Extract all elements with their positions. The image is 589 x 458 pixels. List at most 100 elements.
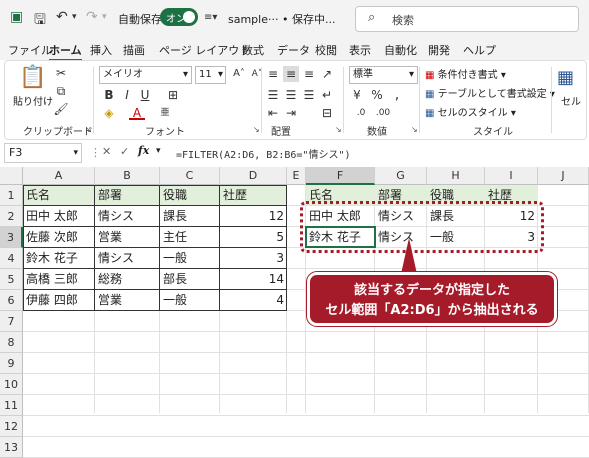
autosave-toggle[interactable]: オン bbox=[160, 8, 198, 26]
number-format-dropdown[interactable]: 標準 ▾ bbox=[349, 66, 418, 84]
select-all-corner[interactable] bbox=[0, 167, 23, 185]
tab-review[interactable]: 校閲 bbox=[315, 42, 337, 58]
cut-icon[interactable]: ✂ bbox=[53, 65, 69, 81]
tab-automate[interactable]: 自動化 bbox=[384, 42, 417, 58]
undo-dropdown-icon[interactable]: ▾ bbox=[72, 12, 77, 22]
divider bbox=[93, 67, 94, 133]
font-size-dropdown[interactable]: 11 ▾ bbox=[195, 66, 226, 84]
customize-toolbar-icon[interactable]: ≡▾ bbox=[204, 12, 217, 23]
row-header-1[interactable]: 1 bbox=[0, 185, 23, 206]
column-header-g[interactable]: G bbox=[375, 167, 427, 185]
copy-icon[interactable]: ⧉ bbox=[53, 83, 69, 99]
row-header-13[interactable]: 13 bbox=[0, 437, 23, 458]
tab-home[interactable]: ホーム bbox=[49, 42, 82, 61]
row-header-3[interactable]: 3 bbox=[0, 227, 23, 248]
shrink-font-icon[interactable]: A˅ bbox=[249, 66, 265, 82]
grow-font-icon[interactable]: A˄ bbox=[231, 66, 247, 82]
increase-decimal-icon[interactable]: .0 bbox=[353, 105, 369, 121]
row-header-2[interactable]: 2 bbox=[0, 206, 23, 227]
tab-insert[interactable]: 挿入 bbox=[90, 42, 112, 58]
alignment-group-label: 配置 bbox=[271, 127, 291, 138]
currency-icon[interactable]: ¥ bbox=[349, 87, 365, 103]
format-painter-icon[interactable]: 🖌 bbox=[53, 101, 69, 117]
underline-icon[interactable]: U bbox=[137, 87, 153, 103]
chevron-down-icon[interactable]: ▾ bbox=[156, 146, 161, 156]
row-header-7[interactable]: 7 bbox=[0, 311, 23, 332]
redo-icon[interactable]: ↷ bbox=[86, 9, 98, 25]
enter-icon[interactable]: ✓ bbox=[120, 145, 129, 158]
conditional-format-button[interactable]: ▦ 条件付き書式 ▾ bbox=[425, 66, 506, 81]
cells-icon[interactable]: ▦ bbox=[557, 67, 574, 88]
number-launcher-icon[interactable]: ↘ bbox=[411, 125, 418, 134]
align-right-icon[interactable]: ☰ bbox=[301, 87, 317, 103]
format-as-table-button[interactable]: ▦ テーブルとして書式設定 ▾ bbox=[425, 85, 555, 100]
column-header-h[interactable]: H bbox=[427, 167, 485, 185]
table-border bbox=[23, 185, 287, 311]
row-header-6[interactable]: 6 bbox=[0, 290, 23, 311]
font-name-dropdown[interactable]: メイリオ ▾ bbox=[99, 66, 192, 84]
divider bbox=[419, 67, 420, 133]
clipboard-launcher-icon[interactable]: ↘ bbox=[85, 125, 92, 134]
formula-input[interactable]: =FILTER(A2:D6, B2:B6="情シス") bbox=[176, 146, 351, 161]
column-header-j[interactable]: J bbox=[538, 167, 589, 185]
redo-dropdown-icon[interactable]: ▾ bbox=[102, 12, 107, 22]
decrease-decimal-icon[interactable]: .00 bbox=[375, 105, 391, 121]
decrease-indent-icon[interactable]: ⇤ bbox=[265, 105, 281, 121]
row-header-5[interactable]: 5 bbox=[0, 269, 23, 290]
comma-style-icon[interactable]: , bbox=[389, 87, 405, 103]
font-launcher-icon[interactable]: ↘ bbox=[253, 125, 260, 134]
align-top-icon[interactable]: ≡ bbox=[265, 66, 281, 82]
phonetic-icon[interactable]: 亜 bbox=[157, 105, 173, 121]
tab-page-layout[interactable]: ページ レイアウト bbox=[159, 42, 250, 58]
fill-color-icon[interactable]: ◈ bbox=[101, 105, 117, 121]
tab-help[interactable]: ヘルプ bbox=[463, 42, 496, 58]
table-border bbox=[23, 226, 287, 227]
font-color-icon[interactable]: A bbox=[129, 105, 145, 120]
align-bottom-icon[interactable]: ≡ bbox=[301, 66, 317, 82]
tab-developer[interactable]: 開発 bbox=[428, 42, 450, 58]
paste-icon[interactable]: 📋 bbox=[19, 65, 46, 90]
bold-icon[interactable]: B bbox=[101, 87, 117, 103]
search-input[interactable]: ⌕ 検索 bbox=[355, 6, 579, 32]
table-border bbox=[23, 289, 287, 290]
tab-draw[interactable]: 描画 bbox=[123, 42, 145, 58]
column-header-e[interactable]: E bbox=[287, 167, 306, 185]
save-icon[interactable]: 🖫 bbox=[34, 9, 46, 33]
alignment-launcher-icon[interactable]: ↘ bbox=[335, 125, 342, 134]
row-header-4[interactable]: 4 bbox=[0, 248, 23, 269]
column-header-f[interactable]: F bbox=[306, 167, 375, 185]
wrap-text-icon[interactable]: ↵ bbox=[319, 87, 335, 103]
borders-icon[interactable]: ⊞ bbox=[165, 87, 181, 103]
column-header-d[interactable]: D bbox=[220, 167, 287, 185]
column-header-c[interactable]: C bbox=[160, 167, 220, 185]
percent-icon[interactable]: % bbox=[369, 87, 385, 103]
column-header-a[interactable]: A bbox=[23, 167, 95, 185]
italic-icon[interactable]: I bbox=[119, 87, 135, 103]
tab-file[interactable]: ファイル bbox=[8, 42, 52, 58]
row-header-8[interactable]: 8 bbox=[0, 332, 23, 353]
column-header-b[interactable]: B bbox=[95, 167, 160, 185]
orientation-icon[interactable]: ↗ bbox=[319, 66, 335, 82]
align-left-icon[interactable]: ☰ bbox=[265, 87, 281, 103]
row-header-12[interactable]: 12 bbox=[0, 416, 23, 437]
merge-cells-icon[interactable]: ⊟ bbox=[319, 105, 335, 121]
tab-data[interactable]: データ bbox=[277, 42, 310, 58]
cell-styles-button[interactable]: ▦ セルのスタイル ▾ bbox=[425, 104, 516, 119]
increase-indent-icon[interactable]: ⇥ bbox=[283, 105, 299, 121]
font-group-label: フォント bbox=[145, 127, 185, 138]
undo-icon[interactable]: ↶ bbox=[56, 9, 68, 25]
row-header-10[interactable]: 10 bbox=[0, 374, 23, 395]
cancel-icon[interactable]: ✕ bbox=[102, 145, 111, 158]
row-header-9[interactable]: 9 bbox=[0, 353, 23, 374]
tab-view[interactable]: 表示 bbox=[349, 42, 371, 58]
paste-button[interactable]: 貼り付け bbox=[13, 93, 53, 108]
document-title[interactable]: sample··· • 保存中... bbox=[228, 11, 335, 27]
name-box[interactable]: F3 ▾ bbox=[4, 143, 82, 163]
align-center-icon[interactable]: ☰ bbox=[283, 87, 299, 103]
column-header-i[interactable]: I bbox=[485, 167, 538, 185]
align-middle-icon[interactable]: ≡ bbox=[283, 66, 299, 82]
tab-formulas[interactable]: 数式 bbox=[242, 42, 264, 58]
insert-function-icon[interactable]: fx bbox=[138, 144, 149, 157]
chevron-down-icon: ▾ bbox=[182, 69, 188, 80]
conditional-format-icon: ▦ bbox=[425, 70, 435, 81]
